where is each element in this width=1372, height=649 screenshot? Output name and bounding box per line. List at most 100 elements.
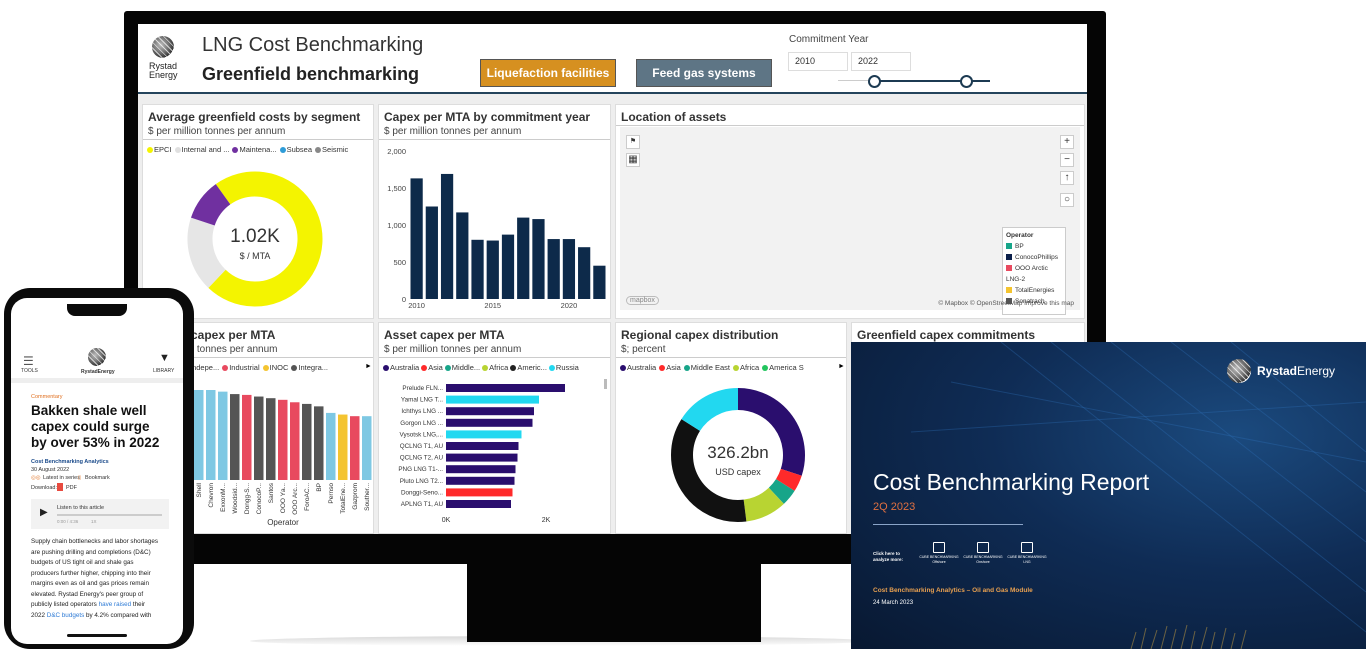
pdf-label[interactable]: PDF <box>66 485 77 491</box>
bookmark-icon[interactable]: ▯ <box>78 475 81 481</box>
legend-item[interactable]: Asia <box>659 363 681 372</box>
legend-next-icon[interactable]: ► <box>838 363 845 370</box>
pdf-icon[interactable] <box>57 483 63 491</box>
legend-item[interactable]: Asia <box>421 363 443 372</box>
year-slider-start-handle[interactable] <box>868 75 881 88</box>
menu-icon[interactable]: ☰ <box>23 354 34 368</box>
audio-progress[interactable] <box>57 514 162 516</box>
legend-item[interactable]: America S <box>762 363 804 372</box>
module-label: CUBE BENCHMARKING LNG <box>1007 555 1047 564</box>
bar <box>206 390 216 480</box>
monitor-icon <box>1021 542 1033 553</box>
map-search-icon[interactable]: ○ <box>1060 193 1074 207</box>
y-tick-label: 1,000 <box>387 221 406 230</box>
map-select-icon[interactable]: ▦ <box>626 153 640 167</box>
logo-sub: Energy <box>149 70 178 80</box>
body-line: are pushing drilling and completions (D&… <box>31 548 151 556</box>
x-tick-label: Shell <box>196 482 203 497</box>
legend-swatch <box>1006 243 1012 250</box>
compass-icon[interactable]: ↑ <box>1060 171 1074 185</box>
bar <box>446 418 533 427</box>
panel-subtitle: $ per million tonnes per annum <box>384 126 522 137</box>
legend-item[interactable]: Maintena... <box>232 145 277 154</box>
x-tick-label: Souther... <box>364 483 371 511</box>
x-tick-label: OOO Arc... <box>292 483 299 515</box>
app-title: LNG Cost Benchmarking <box>202 34 424 56</box>
bar <box>456 212 469 299</box>
asset-capex-bar-chart: Prelude FLN... Yamal LNG T... Ichthys LNG … <box>398 379 607 524</box>
year-slider-end-handle[interactable] <box>960 75 973 88</box>
legend-item[interactable]: Integra... <box>291 363 328 372</box>
series-icon[interactable]: ◎◎ <box>31 475 41 481</box>
module-onshore[interactable]: CUBE BENCHMARKING Onshore <box>963 542 1003 565</box>
bar <box>326 412 336 480</box>
play-icon[interactable]: ▶ <box>40 507 48 518</box>
mapbox-logo: mapbox <box>626 296 659 305</box>
legend-label: ConocoPhillips <box>1015 254 1058 261</box>
y-tick-label: Ichthys LNG ... <box>401 408 443 415</box>
monitor-icon <box>977 542 989 553</box>
y-tick-label: Pluto LNG T2... <box>400 478 444 485</box>
divider <box>379 357 610 358</box>
map-legend-item[interactable]: ConocoPhillips <box>1006 252 1062 263</box>
y-tick-label: 2,000 <box>387 147 406 156</box>
body-text: 2022 <box>31 611 46 619</box>
dc-budgets-link[interactable]: D&C budgets <box>47 612 84 619</box>
y-tick-label: APLNG T1, AU <box>401 501 444 508</box>
legend-item[interactable]: EPCI <box>147 145 172 154</box>
legend-dot <box>510 365 517 372</box>
header-separator <box>11 378 183 383</box>
legend-next-icon[interactable]: ► <box>365 363 372 370</box>
legend-label: Maintena... <box>239 145 277 154</box>
legend-item[interactable]: Internal and ... <box>174 145 229 154</box>
composite-stage: Rystad Energy LNG Cost Benchmarking Gree… <box>0 0 1372 649</box>
map-filter-icon[interactable]: ⚑ <box>626 135 640 149</box>
legend-item[interactable]: Subsea <box>279 145 312 154</box>
legend-item[interactable]: Africa <box>732 363 759 372</box>
map-legend-item[interactable]: LNG-2 <box>1006 274 1062 285</box>
chart-legend: EPCI Internal and ... Maintena... Subsea Sei… <box>147 145 351 154</box>
module-lng[interactable]: CUBE BENCHMARKING LNG <box>1007 542 1047 565</box>
legend-item[interactable]: Seismic <box>315 145 348 154</box>
audio-speed[interactable]: 1X <box>91 519 97 524</box>
x-tick-label: 2K <box>542 517 551 524</box>
bar <box>446 465 516 474</box>
legend-item[interactable]: Australia <box>383 363 419 372</box>
legend-item[interactable]: Middle... <box>444 363 480 372</box>
article-date: 30 August 2022 <box>31 467 70 473</box>
map-legend-item[interactable]: TotalEnergies <box>1006 285 1062 296</box>
bookmark-label[interactable]: Bookmark <box>85 475 110 481</box>
map-legend-item[interactable]: BP <box>1006 241 1062 252</box>
zoom-out-icon[interactable]: − <box>1060 153 1074 167</box>
module-offshore[interactable]: CUBE BENCHMARKING Offshore <box>919 542 959 565</box>
year-to-input[interactable]: 2022 <box>851 52 911 71</box>
monitor-stand <box>467 564 761 642</box>
x-tick-label: Dongg-S... <box>244 483 251 514</box>
legend-item[interactable]: Russia <box>548 363 579 372</box>
bar <box>517 217 530 299</box>
have-raised-link[interactable]: have raised <box>99 601 132 608</box>
legend-item[interactable]: Australia <box>620 363 656 372</box>
article-author[interactable]: Cost Benchmarking Analytics <box>31 459 109 465</box>
map-attribution[interactable]: © Mapbox © OpenStreetMap Improve this ma… <box>938 300 1074 307</box>
bar <box>446 476 515 485</box>
map-legend-item[interactable]: OOO Arctic <box>1006 263 1062 274</box>
legend-item[interactable]: Industrial <box>222 363 260 372</box>
legend-item[interactable]: Middle East <box>683 363 730 372</box>
zoom-in-icon[interactable]: + <box>1060 135 1074 149</box>
bar <box>446 395 539 404</box>
legend-label: Asia <box>666 363 681 372</box>
legend-item[interactable]: Americ... <box>510 363 547 372</box>
legend-dot <box>262 365 269 372</box>
report-cover: RystadEnergy Cost Benchmarking Report 2Q… <box>851 342 1366 649</box>
year-from-input[interactable]: 2010 <box>788 52 848 71</box>
library-icon[interactable]: ▼ <box>159 352 170 364</box>
liquefaction-facilities-button[interactable]: Liquefaction facilities <box>480 59 616 87</box>
legend-item[interactable]: INOC <box>262 363 288 372</box>
x-tick-label: ForoAC... <box>304 483 311 511</box>
latest-in-series[interactable]: Latest in series <box>43 475 80 481</box>
asset-map[interactable]: ⚑ ▦ + − ↑ ○ Operator BP ConocoPhillips OOO … <box>620 127 1080 315</box>
feed-gas-systems-button[interactable]: Feed gas systems <box>636 59 772 87</box>
legend-dot <box>279 147 286 154</box>
legend-item[interactable]: Africa <box>482 363 508 372</box>
